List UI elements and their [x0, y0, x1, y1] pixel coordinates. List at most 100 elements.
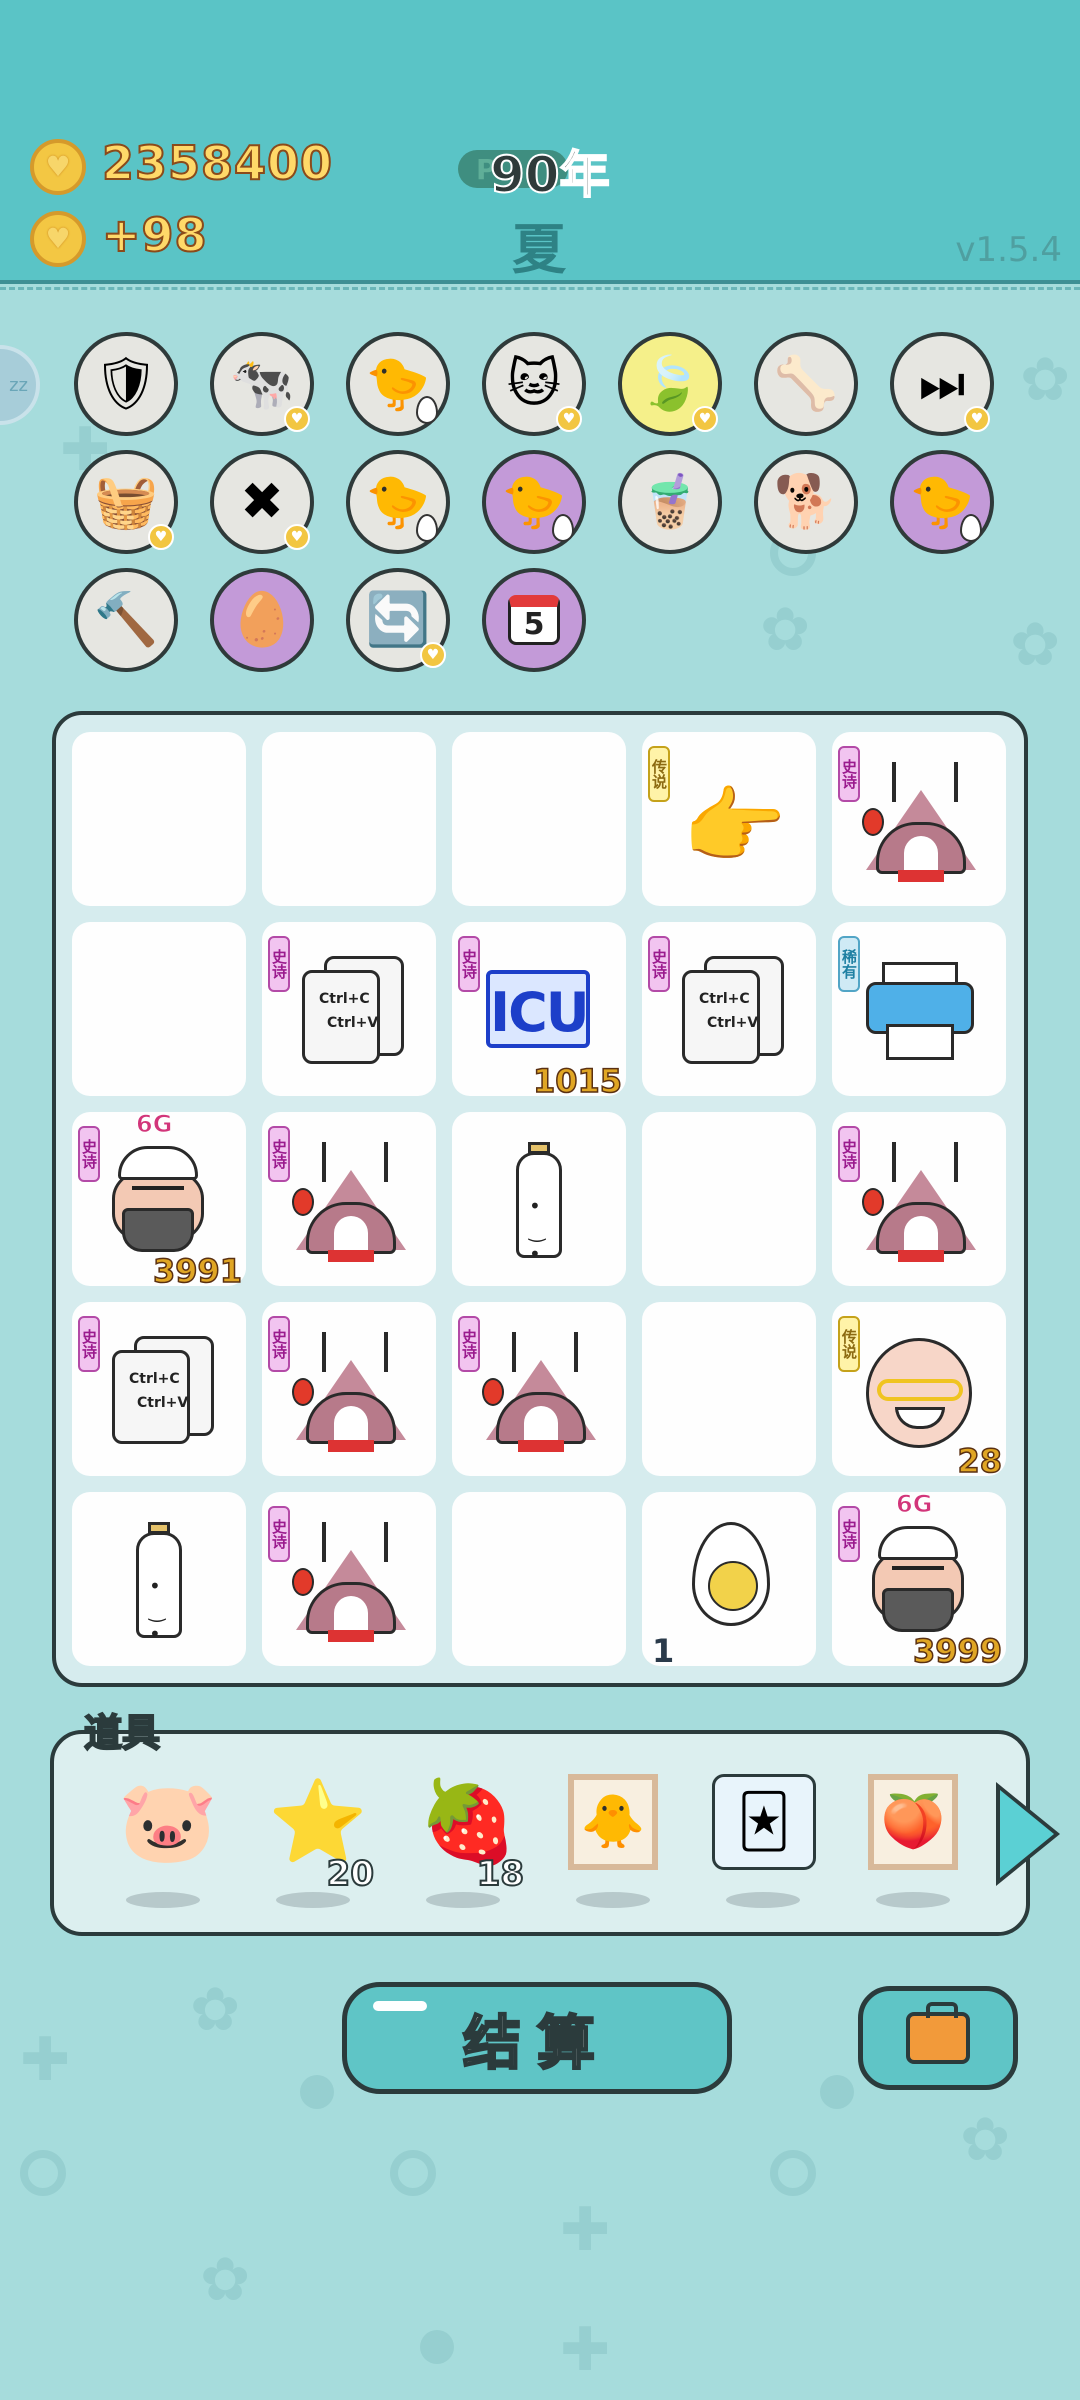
- board-cell-empty[interactable]: [642, 1112, 816, 1286]
- season-label: 夏: [512, 218, 566, 281]
- rarity-tag: 史诗: [838, 746, 860, 802]
- board-cell-pointing-hand[interactable]: 👉 传说: [642, 732, 816, 906]
- heart-badge-icon: ♥: [556, 406, 582, 432]
- printer-icon: [866, 962, 974, 1062]
- shield-wrench-icon: 🛡: [92, 354, 159, 414]
- skill-fruit-basket[interactable]: 🧺 ♥: [74, 450, 178, 554]
- board-cell-empty[interactable]: [262, 732, 436, 906]
- skill-delete-tag[interactable]: ✖ ♥: [210, 450, 314, 554]
- board-cell-tent[interactable]: 史诗: [262, 1302, 436, 1476]
- board-cell-empty[interactable]: [642, 1302, 816, 1476]
- board-cell-milk-bottle[interactable]: • ‿ •: [72, 1492, 246, 1666]
- briefcase-icon: [906, 2002, 970, 2064]
- egg-mini-icon: [416, 396, 438, 424]
- skill-refresh[interactable]: 🔄 ♥: [346, 568, 450, 672]
- item-count: 1015: [532, 1061, 623, 1101]
- tool-rare-cards[interactable]: 🃏: [708, 1768, 818, 1908]
- tool-peach-portrait[interactable]: 🍑: [858, 1768, 968, 1908]
- skill-cows[interactable]: 🐄 ♥: [210, 332, 314, 436]
- egg-mini-icon: [960, 514, 982, 542]
- rabbit-tent-icon: [862, 1142, 976, 1262]
- milk-bottle-icon: • ‿ •: [516, 1142, 562, 1266]
- backpack-button[interactable]: [858, 1986, 1018, 2090]
- heart-badge-icon: ♥: [284, 524, 310, 550]
- skill-cracked-egg[interactable]: 🥚: [210, 568, 314, 672]
- sleep-side-tab[interactable]: zz: [0, 345, 40, 425]
- board-cell-tent[interactable]: 史诗: [832, 1112, 1006, 1286]
- settle-button[interactable]: 结算: [342, 1982, 732, 2094]
- rabbit-tent-icon: [292, 1522, 406, 1642]
- board-cell-bearded-man[interactable]: 史诗 6G 3999: [832, 1490, 1006, 1671]
- bg-ring-icon: [20, 2150, 66, 2196]
- board-cell-copy-paste[interactable]: Ctrl+C Ctrl+V 史诗: [262, 922, 436, 1096]
- item-count: 3999: [912, 1631, 1003, 1671]
- skill-pet-bowl[interactable]: 🦴: [754, 332, 858, 436]
- bg-flower-icon: ✿: [960, 2105, 1011, 2175]
- item-count: 3991: [152, 1251, 243, 1291]
- tool-shadow: [126, 1892, 200, 1908]
- coin-icon: ♥: [30, 139, 86, 195]
- skill-leaf[interactable]: 🍃 ♥: [618, 332, 722, 436]
- skill-chick-egg[interactable]: 🐤: [890, 450, 994, 554]
- heart-badge-icon: ♥: [284, 406, 310, 432]
- rare-cards-icon: 🃏: [712, 1774, 816, 1870]
- skill-cat[interactable]: 🐱 ♥: [482, 332, 586, 436]
- tools-next-arrow-icon[interactable]: [1000, 1790, 1054, 1878]
- bg-flower-icon: ✿: [200, 2245, 251, 2315]
- coin-total: 2358400: [101, 135, 334, 191]
- tool-count: 20: [326, 1853, 375, 1895]
- board-cell-tent[interactable]: 史诗: [262, 1112, 436, 1286]
- rabbit-tent-icon: [482, 1332, 596, 1452]
- item-count: 1: [652, 1632, 675, 1670]
- skill-skip[interactable]: ⏭ ♥: [890, 332, 994, 436]
- copy-paste-icon: Ctrl+C Ctrl+V: [682, 956, 784, 1064]
- board-cell-tent[interactable]: 史诗: [262, 1492, 436, 1666]
- board-cell-egg[interactable]: 1: [642, 1492, 816, 1670]
- pointing-hand-icon: 👉: [682, 777, 787, 875]
- paste-text: Ctrl+V: [137, 1395, 189, 1411]
- board-cell-copy-paste[interactable]: Ctrl+C Ctrl+V 史诗: [642, 922, 816, 1096]
- paste-text: Ctrl+V: [707, 1015, 759, 1031]
- copy-text: Ctrl+C: [319, 991, 370, 1007]
- tool-piggy-bank[interactable]: 🐷: [108, 1768, 218, 1908]
- skill-shield-wrench[interactable]: 🛡: [74, 332, 178, 436]
- board-cell-milk-bottle[interactable]: • ‿ •: [452, 1112, 626, 1286]
- board-cell-empty[interactable]: [452, 1492, 626, 1666]
- skill-bubble-tea[interactable]: 🧋: [618, 450, 722, 554]
- rarity-tag: 史诗: [838, 1126, 860, 1182]
- board-cell-tent[interactable]: 史诗: [452, 1302, 626, 1476]
- skill-chick-egg[interactable]: 🐤: [346, 450, 450, 554]
- copy-text: Ctrl+C: [699, 991, 750, 1007]
- skill-hammer[interactable]: 🔨: [74, 568, 178, 672]
- bg-ring-icon: [770, 2150, 816, 2196]
- egg-mini-icon: [552, 514, 574, 542]
- bg-cross-icon: ✚: [560, 2315, 611, 2385]
- skill-chick-egg[interactable]: 🐤: [346, 332, 450, 436]
- tool-chick-portrait[interactable]: 🐥: [558, 1768, 668, 1908]
- board-cell-empty[interactable]: [72, 732, 246, 906]
- generation-label: 6G: [895, 1490, 933, 1519]
- tool-bayberry[interactable]: 🍓 18: [408, 1768, 525, 1908]
- bg-dot-icon: [420, 2330, 454, 2364]
- paste-text: Ctrl+V: [327, 1015, 379, 1031]
- bubble-tea-icon: 🧋: [637, 472, 703, 532]
- skill-cool-dog[interactable]: 🐕: [754, 450, 858, 554]
- board-cell-tent[interactable]: 史诗: [832, 732, 1006, 906]
- peach-portrait-icon: 🍑: [868, 1774, 958, 1870]
- item-count: 28: [957, 1441, 1003, 1481]
- board-cell-printer[interactable]: 稀有: [832, 922, 1006, 1096]
- heart-badge-icon: ♥: [692, 406, 718, 432]
- tool-star[interactable]: ⭐ 20: [258, 1768, 375, 1908]
- board-cell-old-man[interactable]: 传说 28: [832, 1302, 1006, 1481]
- skill-chick-egg[interactable]: 🐤: [482, 450, 586, 554]
- board-cell-copy-paste[interactable]: Ctrl+C Ctrl+V 史诗: [72, 1302, 246, 1476]
- board-cell-icu[interactable]: ICU 史诗 1015: [452, 922, 626, 1101]
- egg-mini-icon: [416, 514, 438, 542]
- rarity-tag: 史诗: [268, 936, 290, 992]
- generation-label: 6G: [135, 1110, 173, 1139]
- rabbit-tent-icon: [862, 762, 976, 882]
- board-cell-empty[interactable]: [452, 732, 626, 906]
- board-cell-bearded-man[interactable]: 史诗 6G 3991: [72, 1110, 246, 1291]
- skill-calendar[interactable]: 5: [482, 568, 586, 672]
- board-cell-empty[interactable]: [72, 922, 246, 1096]
